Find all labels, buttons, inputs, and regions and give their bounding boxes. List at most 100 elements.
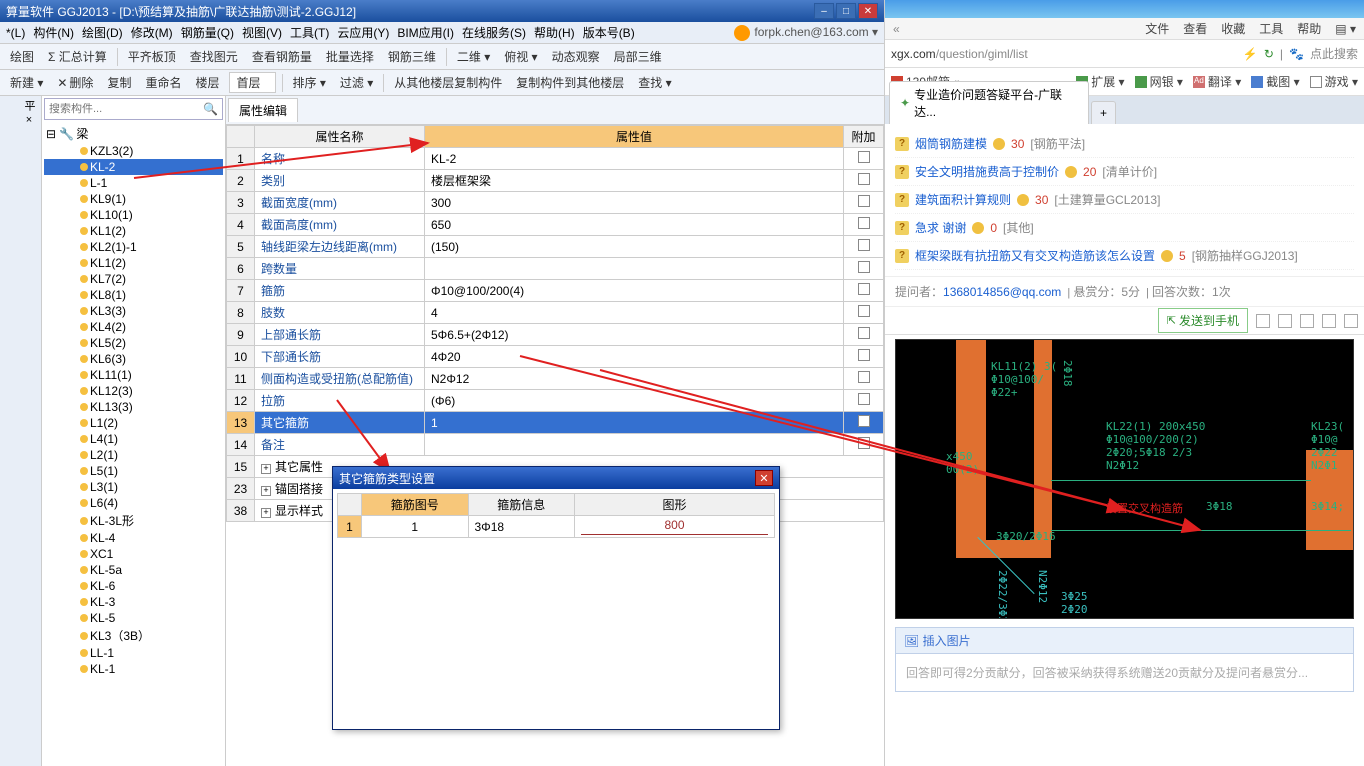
property-row[interactable]: 12拉筋(Φ6) <box>227 390 884 412</box>
tree-item[interactable]: KL-3L形 <box>44 511 223 530</box>
tree-item[interactable]: L6(4) <box>44 495 223 511</box>
new-tab-button[interactable]: + <box>1091 101 1116 124</box>
tool-delete[interactable]: ✕ 删除 <box>53 72 97 93</box>
property-table[interactable]: 属性名称 属性值 附加 1名称KL-22类别楼层框架梁3截面宽度(mm)3004… <box>226 125 884 522</box>
tool-filter[interactable]: 过滤 ▾ <box>336 72 377 93</box>
tool-batch[interactable]: 批量选择 <box>322 46 378 67</box>
tree-item[interactable]: KL13(3) <box>44 399 223 415</box>
tool-new[interactable]: 新建 ▾ <box>6 72 47 93</box>
tool-align[interactable]: 平齐板顶 <box>124 46 180 67</box>
tool-search[interactable]: 查找 ▾ <box>634 72 675 93</box>
tool-find[interactable]: 查找图元 <box>186 46 242 67</box>
tool-copy[interactable]: 复制 <box>103 72 135 93</box>
rotate-icon[interactable] <box>1344 314 1358 328</box>
tree-item[interactable]: KL5(2) <box>44 335 223 351</box>
stirrup-row[interactable]: 1 1 3Φ18 800 <box>338 516 775 538</box>
bmenu[interactable]: 工具 <box>1259 20 1283 37</box>
expand-icon[interactable] <box>1278 314 1292 328</box>
tree-item[interactable]: KL-2 <box>44 159 223 175</box>
browser-tab[interactable]: ✦专业造价问题答疑平台-广联达... <box>889 81 1089 124</box>
side-tabs[interactable]: 平 × <box>0 96 42 766</box>
address-bar[interactable]: xgx.com/question/giml/list ⚡ ↻ | 🐾 点此搜索 <box>885 40 1364 68</box>
tool-3d[interactable]: 钢筋三维 <box>384 46 440 67</box>
menu-item[interactable]: 在线服务(S) <box>462 24 526 41</box>
insert-image-button[interactable]: 🖼 插入图片 <box>896 628 1353 654</box>
tree-item[interactable]: KL-1 <box>44 661 223 677</box>
tree-item[interactable]: LL-1 <box>44 645 223 661</box>
tree-item[interactable]: XC1 <box>44 546 223 562</box>
property-row[interactable]: 7箍筋Φ10@100/200(4) <box>227 280 884 302</box>
tree-item[interactable]: KL3（3B） <box>44 626 223 645</box>
search-placeholder[interactable]: 点此搜索 <box>1310 45 1358 62</box>
bmenu[interactable]: 帮助 <box>1297 20 1321 37</box>
tool-2d[interactable]: 二维 ▾ <box>453 46 494 67</box>
property-row[interactable]: 2类别楼层框架梁 <box>227 170 884 192</box>
property-row[interactable]: 13其它箍筋1 <box>227 412 884 434</box>
tree-item[interactable]: KZL3(2) <box>44 143 223 159</box>
tree-item[interactable]: KL8(1) <box>44 287 223 303</box>
tree-root[interactable]: ⊟ 🔧 梁 <box>44 124 223 143</box>
tool-view-rebar[interactable]: 查看钢筋量 <box>248 46 316 67</box>
search-icon[interactable]: 🔍 <box>203 102 218 116</box>
tool-draw[interactable]: 绘图 <box>6 46 38 67</box>
question-item[interactable]: ?急求 谢谢 0 [其他] <box>895 214 1354 242</box>
tool-orbit[interactable]: 动态观察 <box>548 46 604 67</box>
menu-item[interactable]: 构件(N) <box>33 24 74 41</box>
component-tree[interactable]: ⊟ 🔧 梁 KZL3(2)KL-2L-1KL9(1)KL10(1)KL1(2)K… <box>42 122 225 766</box>
property-row[interactable]: 14备注 <box>227 434 884 456</box>
answer-textarea[interactable]: 回答即可得2分贡献分，回答被采纳获得系统赠送20贡献分及提问者悬赏分... <box>896 654 1353 691</box>
property-row[interactable]: 8肢数4 <box>227 302 884 324</box>
tool-rename[interactable]: 重命名 <box>141 72 185 93</box>
bmenu[interactable]: 文件 <box>1145 20 1169 37</box>
tree-item[interactable]: L5(1) <box>44 463 223 479</box>
tool-sum[interactable]: Σ 汇总计算 <box>44 46 111 67</box>
tree-item[interactable]: KL-3 <box>44 594 223 610</box>
tree-item[interactable]: L-1 <box>44 175 223 191</box>
save-icon[interactable] <box>1300 314 1314 328</box>
fav-screenshot[interactable]: 截图 ▾ <box>1251 73 1299 90</box>
menu-item[interactable]: 视图(V) <box>242 24 282 41</box>
question-item[interactable]: ?框架梁既有抗扭筋又有交叉构造筋该怎么设置 5 [钢筋抽样GGJ2013] <box>895 242 1354 270</box>
menu-item[interactable]: 钢筋量(Q) <box>181 24 234 41</box>
property-row[interactable]: 9上部通长筋5Φ6.5+(2Φ12) <box>227 324 884 346</box>
tree-item[interactable]: KL11(1) <box>44 367 223 383</box>
tree-item[interactable]: KL3(3) <box>44 303 223 319</box>
tree-item[interactable]: KL-4 <box>44 530 223 546</box>
tree-item[interactable]: KL-6 <box>44 578 223 594</box>
asker-link[interactable]: 1368014856@qq.com <box>943 285 1061 299</box>
property-row[interactable]: 6跨数量 <box>227 258 884 280</box>
bmenu-more[interactable]: ▤ ▾ <box>1335 22 1356 36</box>
fav-translate[interactable]: Ad翻译 ▾ <box>1193 73 1241 90</box>
property-row[interactable]: 4截面高度(mm)650 <box>227 214 884 236</box>
tree-item[interactable]: KL4(2) <box>44 319 223 335</box>
refresh-icon[interactable]: ↻ <box>1264 47 1274 61</box>
property-row[interactable]: 10下部通长筋4Φ20 <box>227 346 884 368</box>
menu-item[interactable]: 修改(M) <box>131 24 173 41</box>
menu-item[interactable]: 工具(T) <box>290 24 329 41</box>
menu-item[interactable]: 版本号(B) <box>583 24 635 41</box>
bmenu[interactable]: 查看 <box>1183 20 1207 37</box>
flash-icon[interactable]: ⚡ <box>1243 47 1258 61</box>
tree-item[interactable]: KL2(1)-1 <box>44 239 223 255</box>
question-item[interactable]: ?建筑面积计算规则 30 [土建算量GCL2013] <box>895 186 1354 214</box>
menu-item[interactable]: *(L) <box>6 26 25 40</box>
tree-item[interactable]: L2(1) <box>44 447 223 463</box>
tree-search[interactable]: 🔍 <box>44 98 223 120</box>
tool-sort[interactable]: 排序 ▾ <box>289 72 330 93</box>
menu-item[interactable]: 绘图(D) <box>82 24 123 41</box>
dialog-close-button[interactable]: ✕ <box>755 470 773 486</box>
question-item[interactable]: ?烟筒钢筋建模 30 [钢筋平法] <box>895 130 1354 158</box>
tab-properties[interactable]: 属性编辑 <box>228 98 298 122</box>
floor-select[interactable]: 首层 <box>229 72 275 93</box>
maximize-button[interactable]: □ <box>836 3 856 19</box>
menu-item[interactable]: 云应用(Y) <box>337 24 389 41</box>
property-row[interactable]: 1名称KL-2 <box>227 148 884 170</box>
stirrup-table[interactable]: 箍筋图号 箍筋信息 图形 1 1 3Φ18 800 <box>337 493 775 538</box>
tree-item[interactable]: KL6(3) <box>44 351 223 367</box>
tree-item[interactable]: KL-5 <box>44 610 223 626</box>
tool-top[interactable]: 俯视 ▾ <box>500 46 541 67</box>
tool-copy-to[interactable]: 复制构件到其他楼层 <box>512 72 628 93</box>
tree-item[interactable]: L1(2) <box>44 415 223 431</box>
tree-item[interactable]: KL9(1) <box>44 191 223 207</box>
tree-item[interactable]: KL1(2) <box>44 223 223 239</box>
